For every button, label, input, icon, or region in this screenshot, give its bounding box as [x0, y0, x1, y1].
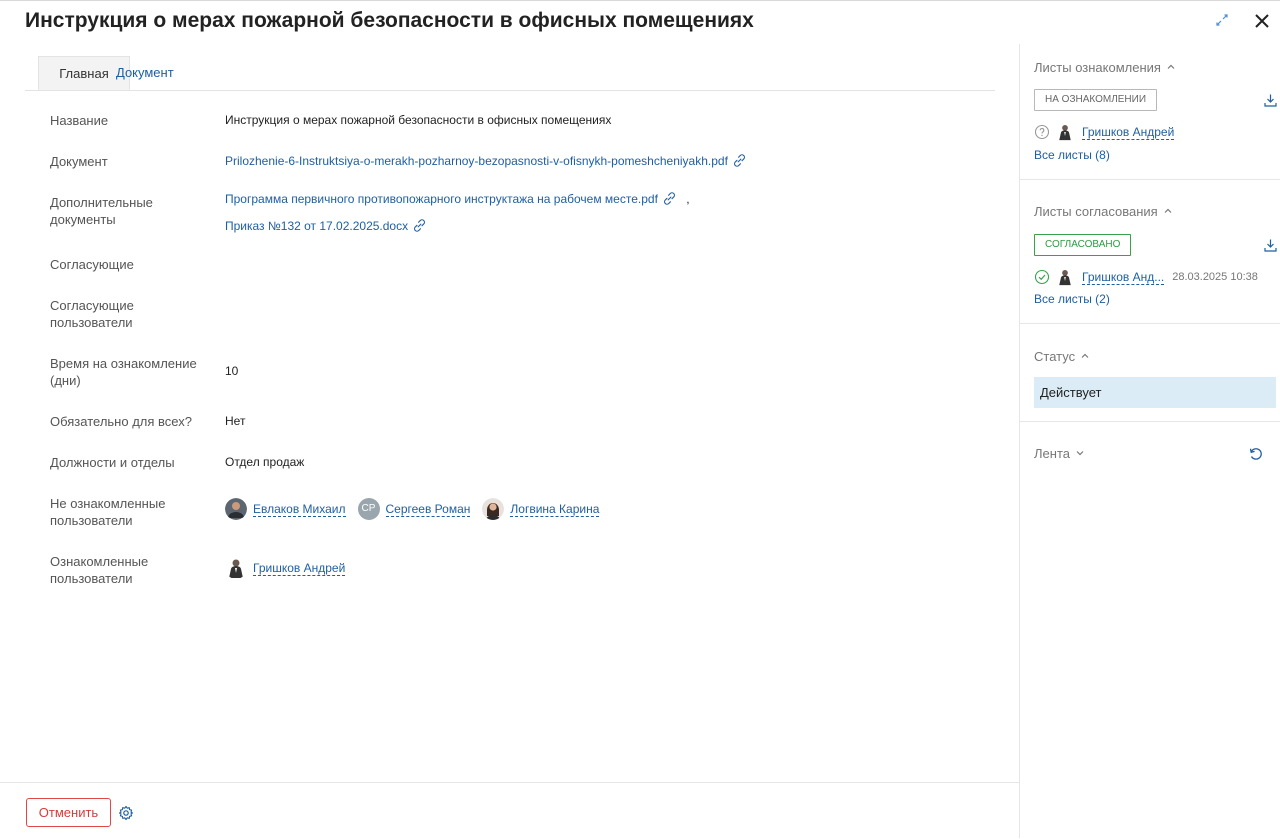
separator-comma: , — [686, 192, 690, 206]
expand-icon[interactable] — [1214, 12, 1230, 28]
close-icon[interactable] — [1252, 11, 1272, 31]
top-border — [0, 0, 1280, 1]
refresh-icon[interactable] — [1248, 446, 1264, 462]
status-badge: НА ОЗНАКОМЛЕНИИ — [1034, 89, 1158, 111]
footer: Отменить — [0, 782, 1019, 839]
field-value-not-acquainted: Евлаков Михаил СР Сергеев Роман Логвина … — [225, 498, 611, 520]
field-value-extra-docs-2: Приказ №132 от 17.02.2025.docx — [225, 218, 427, 235]
user-chip[interactable]: Гришков Андрей — [225, 557, 346, 579]
user-name: Логвина Карина — [510, 501, 600, 517]
extra-doc-link[interactable]: Программа первичного противопожарного ин… — [225, 192, 658, 206]
field-label-approver-users: Согласующие пользователи — [50, 298, 134, 330]
user-name: Евлаков Михаил — [253, 501, 346, 517]
avatar — [229, 559, 243, 578]
field-value-review-time: 10 — [225, 364, 239, 378]
section-title: Листы согласования — [1034, 204, 1158, 219]
chevron-up-icon — [1164, 208, 1172, 213]
field-label-extra-docs: Дополнительные документы — [50, 195, 153, 227]
field-label-acquainted: Ознакомленные пользователи — [50, 554, 149, 586]
status-value: Действует — [1034, 377, 1276, 408]
download-icon[interactable] — [1263, 238, 1278, 253]
sidebar: Листы ознакомления НА ОЗНАКОМЛЕНИИ Гришк… — [1019, 44, 1280, 838]
page-title: Инструкция о мерах пожарной безопасности… — [25, 9, 754, 32]
chevron-up-icon — [1081, 353, 1089, 358]
feed-header[interactable]: Лента — [1034, 446, 1084, 461]
approval-header[interactable]: Листы согласования — [1034, 204, 1172, 219]
user-name[interactable]: Гришков Анд... — [1082, 270, 1165, 285]
field-label-review-time: Время на ознакомление (дни) — [50, 356, 197, 388]
download-icon[interactable] — [1263, 93, 1278, 108]
section-title: Листы ознакомления — [1034, 60, 1161, 75]
avatar — [225, 498, 247, 520]
chevron-down-icon — [1076, 451, 1084, 456]
field-value-positions: Отдел продаж — [225, 455, 305, 469]
field-label-approvers: Согласующие — [50, 257, 134, 272]
user-name: Сергеев Роман — [385, 501, 471, 517]
field-value-mandatory: Нет — [225, 414, 246, 428]
chevron-up-icon — [1167, 64, 1175, 69]
user-name: Гришков Андрей — [253, 560, 346, 576]
field-label-not-acquainted: Не ознакомленные пользователи — [50, 496, 166, 528]
question-circle-icon — [1034, 124, 1050, 140]
link-icon[interactable] — [732, 153, 747, 168]
tab-document[interactable]: Документ — [115, 56, 174, 90]
avatar — [1059, 125, 1071, 141]
approval-section: Листы согласования СОГЛАСОВАНО Гришков А… — [1020, 180, 1280, 324]
section-title: Статус — [1034, 349, 1076, 364]
cancel-button[interactable]: Отменить — [26, 798, 111, 827]
user-name[interactable]: Гришков Андрей — [1082, 125, 1175, 140]
field-value-extra-docs-1: Программа первичного противопожарного ин… — [225, 191, 690, 208]
link-icon[interactable] — [412, 218, 427, 233]
approval-user-row: Гришков Анд... 28.03.2025 10:38 — [1034, 268, 1258, 286]
avatar — [482, 498, 505, 520]
all-sheets-link[interactable]: Все листы (8) — [1034, 148, 1110, 162]
extra-doc-link[interactable]: Приказ №132 от 17.02.2025.docx — [225, 219, 408, 233]
field-label-positions: Должности и отделы — [50, 455, 175, 470]
avatar-initials: СР — [357, 498, 380, 520]
check-circle-icon — [1034, 269, 1050, 285]
acquaintance-user-row: Гришков Андрей — [1034, 123, 1175, 141]
link-icon[interactable] — [662, 191, 677, 206]
field-value-acquainted: Гришков Андрей — [225, 557, 357, 579]
document-link[interactable]: Prilozhenie-6-Instruktsiya-o-merakh-pozh… — [225, 154, 728, 168]
avatar — [1059, 270, 1071, 286]
section-title: Лента — [1034, 446, 1070, 461]
gear-icon[interactable] — [118, 805, 134, 821]
tab-bar: Главная Документ — [25, 56, 995, 91]
user-chip[interactable]: СР Сергеев Роман — [357, 498, 471, 520]
all-sheets-link[interactable]: Все листы (2) — [1034, 292, 1110, 306]
status-header[interactable]: Статус — [1034, 349, 1089, 364]
field-value-document: Prilozhenie-6-Instruktsiya-o-merakh-pozh… — [225, 153, 747, 170]
user-chip[interactable]: Логвина Карина — [482, 498, 600, 520]
field-value-name: Инструкция о мерах пожарной безопасности… — [225, 113, 612, 127]
divider — [1020, 421, 1280, 422]
field-label-name: Название — [50, 113, 109, 128]
field-label-mandatory: Обязательно для всех? — [50, 414, 192, 429]
user-chip[interactable]: Евлаков Михаил — [225, 498, 346, 520]
field-label-document: Документ — [50, 154, 108, 169]
status-badge: СОГЛАСОВАНО — [1034, 234, 1132, 256]
acquaintance-header[interactable]: Листы ознакомления — [1034, 60, 1175, 75]
approval-date: 28.03.2025 10:38 — [1172, 271, 1258, 283]
acquaintance-section: Листы ознакомления НА ОЗНАКОМЛЕНИИ Гришк… — [1020, 44, 1280, 180]
